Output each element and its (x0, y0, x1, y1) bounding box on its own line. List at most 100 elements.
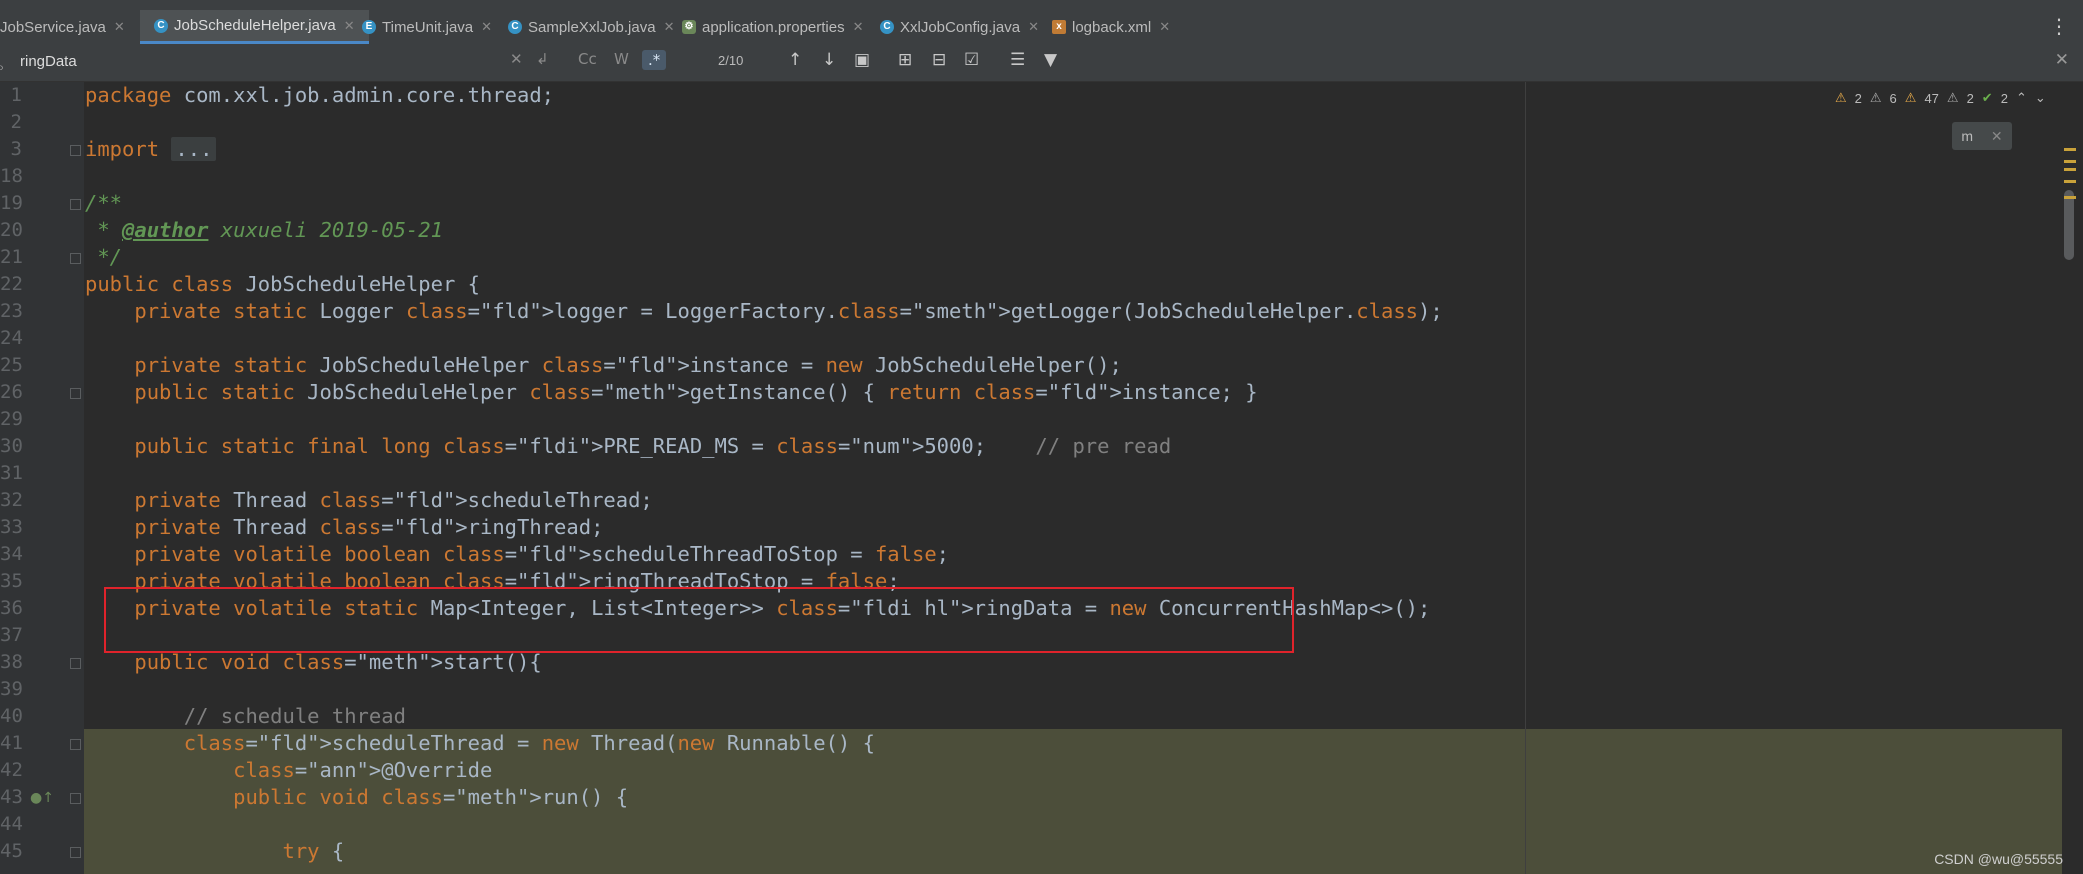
find-bar (0, 44, 2083, 82)
close-icon[interactable]: ✕ (853, 19, 864, 35)
line-number: 36 (0, 597, 23, 619)
next-occurrence-icon[interactable]: ↓ (822, 50, 836, 70)
code-line[interactable]: /** (85, 190, 122, 217)
unselect-occurrence-icon[interactable]: ⊟ (932, 50, 946, 70)
code-line[interactable]: try { (85, 838, 344, 865)
error-stripe-mark[interactable] (2064, 196, 2076, 199)
tab-jobservice[interactable]: JobService.java ✕ (0, 10, 125, 44)
tab-label: JobService.java (0, 18, 106, 36)
close-icon[interactable]: ✕ (344, 18, 355, 34)
xml-icon: x (1052, 20, 1066, 34)
tab-logback[interactable]: x logback.xml ✕ (1052, 10, 1170, 44)
inspection-widget[interactable]: ⚠ 2 ⚠ 6 ⚠ 47 ⚠ 2 ✔ 2 ⌃ ⌄ (1835, 90, 2046, 106)
error-stripe-mark[interactable] (2064, 148, 2076, 151)
tab-jobschedulehelper[interactable]: C JobScheduleHelper.java ✕ (140, 10, 369, 44)
line-number: 30 (0, 435, 23, 457)
ok-count: 2 (2000, 90, 2008, 106)
code-line[interactable]: public void class="meth">start(){ (85, 649, 541, 676)
line-number: 37 (0, 624, 23, 646)
tab-label: application.properties (702, 18, 845, 36)
code-line[interactable]: private volatile boolean class="fld">sch… (85, 541, 949, 568)
enum-icon: E (362, 20, 376, 34)
override-method-icon[interactable]: ●↑ (30, 790, 54, 806)
select-all-occurrences-icon[interactable]: ▣ (854, 50, 870, 70)
previous-occurrence-icon[interactable]: ↑ (788, 50, 802, 70)
code-line[interactable]: class="ann">@Override (85, 757, 492, 784)
line-number: 39 (0, 678, 23, 700)
tab-samplexxljob[interactable]: C SampleXxlJob.java ✕ (508, 10, 674, 44)
code-line[interactable]: private Thread class="fld">ringThread; (85, 514, 603, 541)
fold-marker-icon[interactable] (70, 847, 81, 858)
line-number: 38 (0, 651, 23, 673)
add-occurrence-icon[interactable]: ⊞ (898, 50, 912, 70)
chevron-down-icon[interactable]: ⌄ (2035, 90, 2046, 106)
weak-warning-count: 6 (1889, 90, 1897, 106)
line-number: 1 (10, 84, 22, 106)
watermark: CSDN @wu@55555 (1934, 851, 2063, 867)
code-line[interactable]: public static final long class="fldi">PR… (85, 433, 1171, 460)
fold-marker-icon[interactable] (70, 199, 81, 210)
fold-marker-icon[interactable] (70, 253, 81, 264)
code-line[interactable]: */ (85, 244, 122, 271)
words-toggle[interactable]: W (614, 50, 629, 68)
line-number: 21 (0, 246, 23, 268)
code-line[interactable]: class="fld">scheduleThread = new Thread(… (85, 730, 875, 757)
line-number: 26 (0, 381, 23, 403)
error-stripe-mark[interactable] (2064, 160, 2076, 163)
info-count: 2 (1966, 90, 1974, 106)
warning-icon: ⚠ (1835, 90, 1847, 105)
tab-label: logback.xml (1072, 18, 1152, 36)
context-filter-icon[interactable]: ☰ (1010, 50, 1025, 70)
line-number: 34 (0, 543, 23, 565)
line-number: 20 (0, 219, 23, 241)
fold-marker-icon[interactable] (70, 145, 81, 156)
code-line[interactable]: public void class="meth">run() { (85, 784, 628, 811)
line-number: 45 (0, 840, 23, 862)
fold-marker-icon[interactable] (70, 793, 81, 804)
close-icon[interactable]: ✕ (481, 19, 492, 35)
error-stripe-mark[interactable] (2064, 180, 2076, 183)
check-icon: ✔ (1981, 90, 1993, 105)
history-icon[interactable]: ↲ (536, 50, 549, 68)
tab-label: SampleXxlJob.java (528, 18, 656, 36)
code-line[interactable]: private static Logger class="fld">logger… (85, 298, 1442, 325)
filter-icon[interactable]: ▼ (1044, 50, 1057, 70)
regex-toggle[interactable]: .* (642, 50, 667, 70)
fold-marker-icon[interactable] (70, 739, 81, 750)
more-vertical-icon[interactable]: ⋮ (2049, 14, 2069, 38)
close-find-icon[interactable]: ✕ (2055, 50, 2069, 70)
close-icon[interactable]: ✕ (1159, 19, 1170, 35)
tab-xxljobconfig[interactable]: C XxlJobConfig.java ✕ (880, 10, 1039, 44)
match-count: 2/10 (718, 53, 744, 68)
code-line[interactable]: * @author xuxueli 2019-05-21 (85, 217, 443, 244)
line-number: 23 (0, 300, 23, 322)
error-stripe-mark[interactable] (2064, 168, 2076, 171)
code-line[interactable]: public static JobScheduleHelper class="m… (85, 379, 1257, 406)
maven-icon: m (1961, 128, 1974, 144)
close-icon[interactable]: ✕ (1028, 19, 1039, 35)
close-icon[interactable]: ✕ (114, 19, 125, 35)
fold-marker-icon[interactable] (70, 388, 81, 399)
line-number: 33 (0, 516, 23, 538)
search-input[interactable]: ringData (20, 53, 77, 70)
code-line[interactable]: private static JobScheduleHelper class="… (85, 352, 1121, 379)
tab-timeunit[interactable]: E TimeUnit.java ✕ (362, 10, 492, 44)
code-line[interactable]: // schedule thread (85, 703, 406, 730)
maven-reload-button[interactable]: m ✕ (1952, 122, 2012, 150)
code-line[interactable]: package com.xxl.job.admin.core.thread; (85, 82, 554, 109)
code-line[interactable]: import ... (85, 136, 217, 163)
close-icon[interactable]: ✕ (1991, 128, 2003, 144)
match-case-toggle[interactable]: Cc (578, 50, 597, 68)
clear-search-icon[interactable]: ✕ (510, 50, 523, 68)
scrollbar-thumb[interactable] (2064, 190, 2074, 260)
fold-marker-icon[interactable] (70, 658, 81, 669)
chevron-up-icon[interactable]: ⌃ (2016, 90, 2027, 106)
select-all-matches-icon[interactable]: ☑ (964, 50, 979, 70)
tab-application-properties[interactable]: ⚙ application.properties ✕ (682, 10, 864, 44)
code-line[interactable]: public class JobScheduleHelper { (85, 271, 480, 298)
close-icon[interactable]: ✕ (664, 19, 675, 35)
line-number: 32 (0, 489, 23, 511)
line-number: 3 (10, 138, 22, 160)
tab-label: XxlJobConfig.java (900, 18, 1021, 36)
code-line[interactable]: private Thread class="fld">scheduleThrea… (85, 487, 652, 514)
